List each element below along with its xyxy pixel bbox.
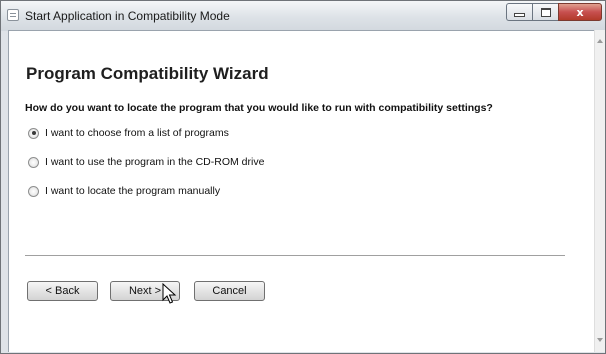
- option-label: I want to locate the program manually: [45, 185, 221, 197]
- page-title: Program Compatibility Wizard: [26, 64, 269, 83]
- scroll-up-icon[interactable]: [597, 39, 603, 43]
- question-text: How do you want to locate the program th…: [25, 102, 493, 114]
- vertical-scrollbar[interactable]: [594, 30, 605, 352]
- option-label: I want to choose from a list of programs: [45, 127, 229, 139]
- option-locate-manually[interactable]: I want to locate the program manually: [28, 184, 220, 198]
- cancel-button[interactable]: Cancel: [194, 281, 265, 301]
- scroll-down-icon[interactable]: [597, 338, 603, 342]
- app-window-icon: [7, 9, 19, 21]
- window-title: Start Application in Compatibility Mode: [25, 9, 230, 23]
- minimize-icon: [514, 13, 525, 17]
- radio-unselected-icon[interactable]: [28, 156, 39, 168]
- window-controls: x: [506, 3, 602, 21]
- radio-unselected-icon[interactable]: [28, 185, 39, 197]
- option-use-cd-rom[interactable]: I want to use the program in the CD-ROM …: [28, 155, 264, 169]
- close-button[interactable]: x: [558, 3, 602, 21]
- minimize-button[interactable]: [506, 3, 532, 21]
- mouse-pointer-icon: [162, 283, 177, 304]
- radio-selected-icon[interactable]: [28, 127, 39, 139]
- close-icon: x: [576, 5, 584, 19]
- maximize-icon: [540, 7, 551, 17]
- wizard-body: Program Compatibility Wizard How do you …: [0, 30, 594, 352]
- back-button[interactable]: < Back: [27, 281, 98, 301]
- maximize-button[interactable]: [532, 3, 558, 21]
- option-choose-from-list[interactable]: I want to choose from a list of programs: [28, 126, 229, 140]
- option-label: I want to use the program in the CD-ROM …: [45, 156, 265, 168]
- title-bar[interactable]: Start Application in Compatibility Mode …: [1, 1, 605, 31]
- divider: [25, 255, 565, 256]
